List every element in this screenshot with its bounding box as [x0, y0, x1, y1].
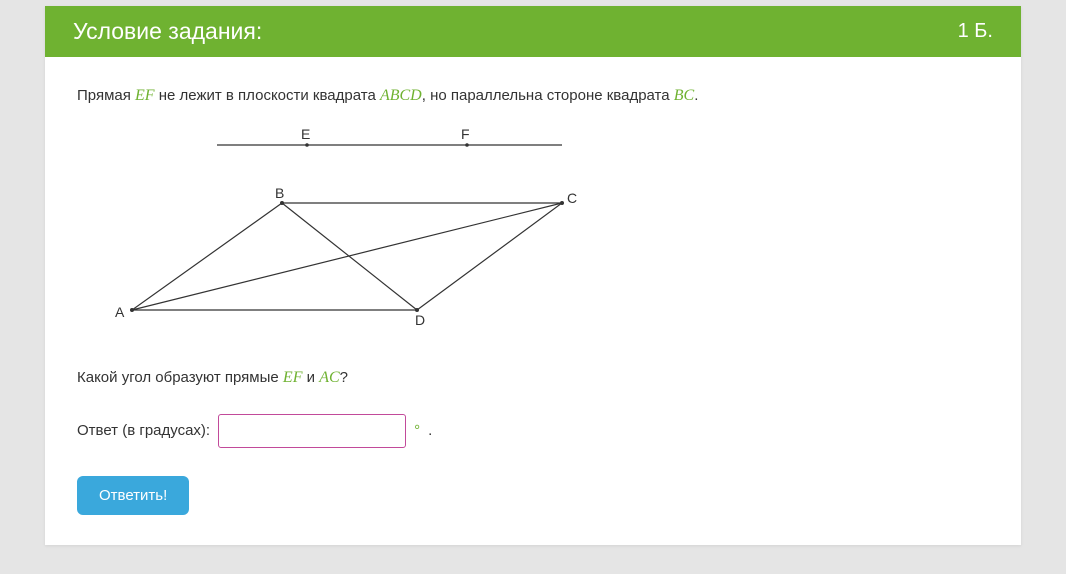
- task-header: Условие задания: 1 Б.: [45, 6, 1021, 57]
- text-fragment: .: [694, 87, 698, 104]
- submit-button[interactable]: Ответить!: [77, 476, 189, 515]
- label-b: B: [275, 185, 284, 201]
- task-question: Какой угол образуют прямые EF и AC?: [77, 367, 989, 389]
- task-statement: Прямая EF не лежит в плоскости квадрата …: [77, 85, 989, 107]
- header-title: Условие задания:: [73, 18, 262, 45]
- math-ac: AC: [319, 369, 339, 386]
- label-e: E: [301, 126, 310, 142]
- geometry-diagram: E F B C D A: [97, 125, 989, 329]
- math-ef: EF: [135, 87, 155, 104]
- header-score: 1 Б.: [958, 20, 993, 43]
- answer-row: Ответ (в градусах): °.: [77, 414, 989, 448]
- label-a: A: [115, 304, 125, 320]
- text-fragment: ?: [340, 369, 348, 386]
- label-f: F: [461, 126, 470, 142]
- degree-symbol: °: [414, 422, 420, 439]
- task-card: Условие задания: 1 Б. Прямая EF не лежит…: [45, 6, 1021, 545]
- diagram-svg: E F B C D A: [97, 125, 597, 325]
- label-d: D: [415, 312, 425, 325]
- math-ef2: EF: [283, 369, 303, 386]
- dot: .: [428, 422, 432, 439]
- text-fragment: и: [302, 369, 319, 386]
- math-bc: BC: [674, 87, 694, 104]
- text-fragment: Какой угол образуют прямые: [77, 369, 283, 386]
- task-content: Прямая EF не лежит в плоскости квадрата …: [45, 57, 1021, 545]
- label-c: C: [567, 190, 577, 206]
- answer-label: Ответ (в градусах):: [77, 422, 210, 439]
- text-fragment: не лежит в плоскости квадрата: [155, 87, 380, 104]
- answer-input[interactable]: [218, 414, 406, 448]
- text-fragment: , но параллельна стороне квадрата: [422, 87, 674, 104]
- text-fragment: Прямая: [77, 87, 135, 104]
- math-abcd: ABCD: [380, 87, 422, 104]
